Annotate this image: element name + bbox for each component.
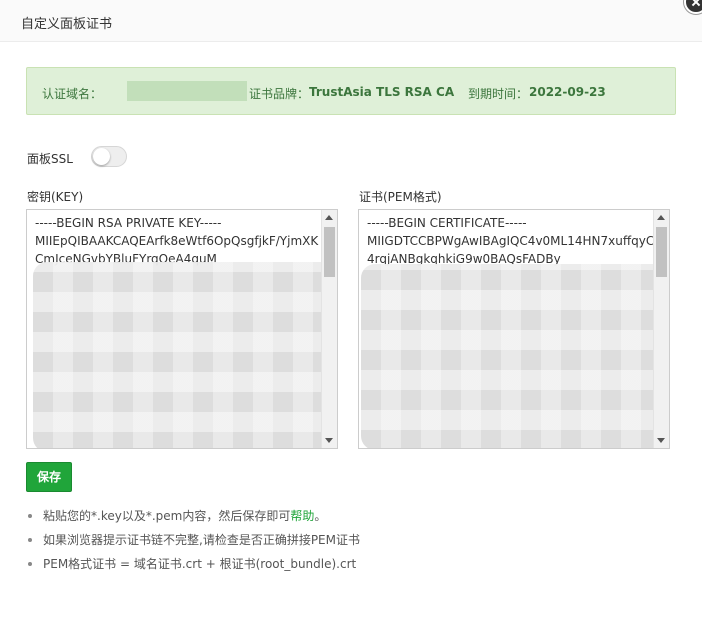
tip-text: PEM格式证书 = 域名证书.crt + 根证书(root_bundle).cr… [43,557,357,571]
cert-redacted [361,264,669,448]
expiry-label: 到期时间： [468,87,529,101]
panel-ssl-toggle[interactable] [91,146,127,167]
tip-text: 粘贴您的*.key以及*.pem内容，然后保存即可 [43,509,291,523]
scroll-up-icon[interactable] [325,215,333,220]
scroll-down-icon[interactable] [325,438,333,443]
expiry-value: 2022-09-23 [529,85,606,99]
help-link[interactable]: 帮助 [290,509,314,523]
save-button[interactable]: 保存 [26,462,72,492]
toggle-knob [93,148,110,165]
scroll-up-icon[interactable] [657,215,665,220]
brand-label: 证书品牌： [249,87,310,101]
cert-text: -----BEGIN CERTIFICATE----- MIIGDTCCBPWg… [367,216,655,266]
key-scrollbar[interactable] [321,210,337,448]
domain-label: 认证域名： [42,87,103,101]
key-text: -----BEGIN RSA PRIVATE KEY----- MIIEpQIB… [35,216,319,266]
key-label: 密钥(KEY) [27,190,84,204]
tip-text-end: 。 [314,509,327,523]
cert-info-box: 认证域名： 证书品牌： TrustAsia TLS RSA CA 到期时间： 2… [26,67,676,115]
panel-ssl-label: 面板SSL [27,152,73,166]
dialog-title: 自定义面板证书 [21,17,113,32]
key-textarea[interactable]: -----BEGIN RSA PRIVATE KEY----- MIIEpQIB… [26,209,338,449]
scroll-thumb[interactable] [656,227,667,277]
tip-text: 如果浏览器提示证书链不完整,请检查是否正确拼接PEM证书 [43,533,360,547]
key-redacted [33,262,337,448]
scroll-down-icon[interactable] [657,438,665,443]
tip-item: 如果浏览器提示证书链不完整,请检查是否正确拼接PEM证书 [26,532,360,556]
tips-list: 粘贴您的*.key以及*.pem内容，然后保存即可帮助。 如果浏览器提示证书链不… [26,508,360,580]
tip-item: 粘贴您的*.key以及*.pem内容，然后保存即可帮助。 [26,508,360,532]
domain-redacted [127,81,247,101]
cert-label: 证书(PEM格式) [359,190,442,204]
cert-textarea[interactable]: -----BEGIN CERTIFICATE----- MIIGDTCCBPWg… [358,209,670,449]
cert-scrollbar[interactable] [653,210,669,448]
dialog-header: 自定义面板证书 [0,0,702,42]
brand-value: TrustAsia TLS RSA CA [309,85,455,99]
tip-item: PEM格式证书 = 域名证书.crt + 根证书(root_bundle).cr… [26,556,360,580]
scroll-thumb[interactable] [324,227,335,277]
